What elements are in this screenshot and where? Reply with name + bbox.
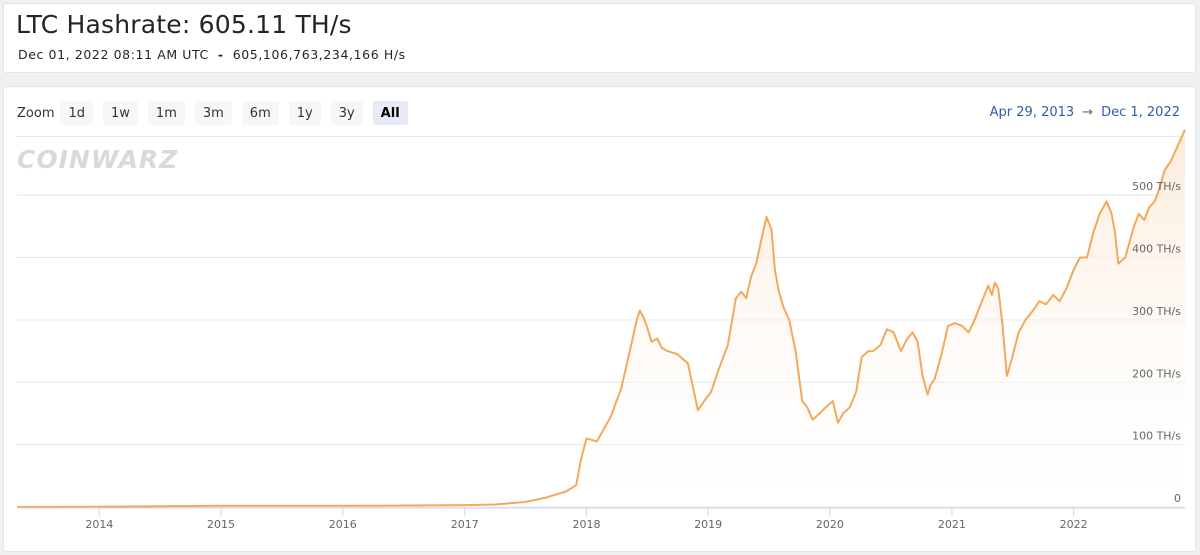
y-tick-label: 200 TH/s: [1132, 367, 1181, 380]
separator: -: [217, 47, 224, 62]
x-tick-label: 2016: [329, 518, 357, 531]
x-tick-label: 2020: [816, 518, 844, 531]
area-layer: [16, 129, 1186, 508]
hashrate-subline: Dec 01, 2022 08:11 AM UTC -605,106,763,23…: [18, 47, 406, 62]
hashrate-chart[interactable]: COINWARZ 0 100 TH/s 200 TH/s 300 TH/s 400 TH…: [4, 87, 1195, 551]
y-tick-label: 100 TH/s: [1132, 430, 1181, 443]
y-tick-label: 500 TH/s: [1132, 180, 1181, 193]
x-tick-label: 2018: [572, 518, 600, 531]
y-tick-label: 400 TH/s: [1132, 243, 1181, 256]
page-title: LTC Hashrate: 605.11 TH/s: [16, 10, 352, 39]
timestamp: Dec 01, 2022 08:11 AM UTC: [18, 47, 209, 62]
raw-hashrate: 605,106,763,234,166 H/s: [232, 47, 406, 62]
hashrate-area-fill: [17, 129, 1185, 507]
x-axis: 2014 2015 2016 2017 2018 2019 2020 2021 2022: [17, 507, 1185, 531]
x-tick-label: 2019: [694, 518, 722, 531]
coinwarz-watermark: COINWARZ: [17, 145, 178, 174]
x-tick-label: 2017: [451, 518, 479, 531]
x-tick-label: 2022: [1060, 518, 1088, 531]
x-tick-label: 2014: [85, 518, 113, 531]
x-tick-label: 2021: [938, 518, 966, 531]
header-card: LTC Hashrate: 605.11 TH/s Dec 01, 2022 0…: [3, 3, 1196, 73]
y-tick-label: 300 TH/s: [1132, 305, 1181, 318]
y-tick-label: 0: [1174, 492, 1181, 505]
x-tick-label: 2015: [207, 518, 235, 531]
chart-card: Zoom 1d 1w 1m 3m 6m 1y 3y All Apr 29, 20…: [3, 86, 1196, 552]
